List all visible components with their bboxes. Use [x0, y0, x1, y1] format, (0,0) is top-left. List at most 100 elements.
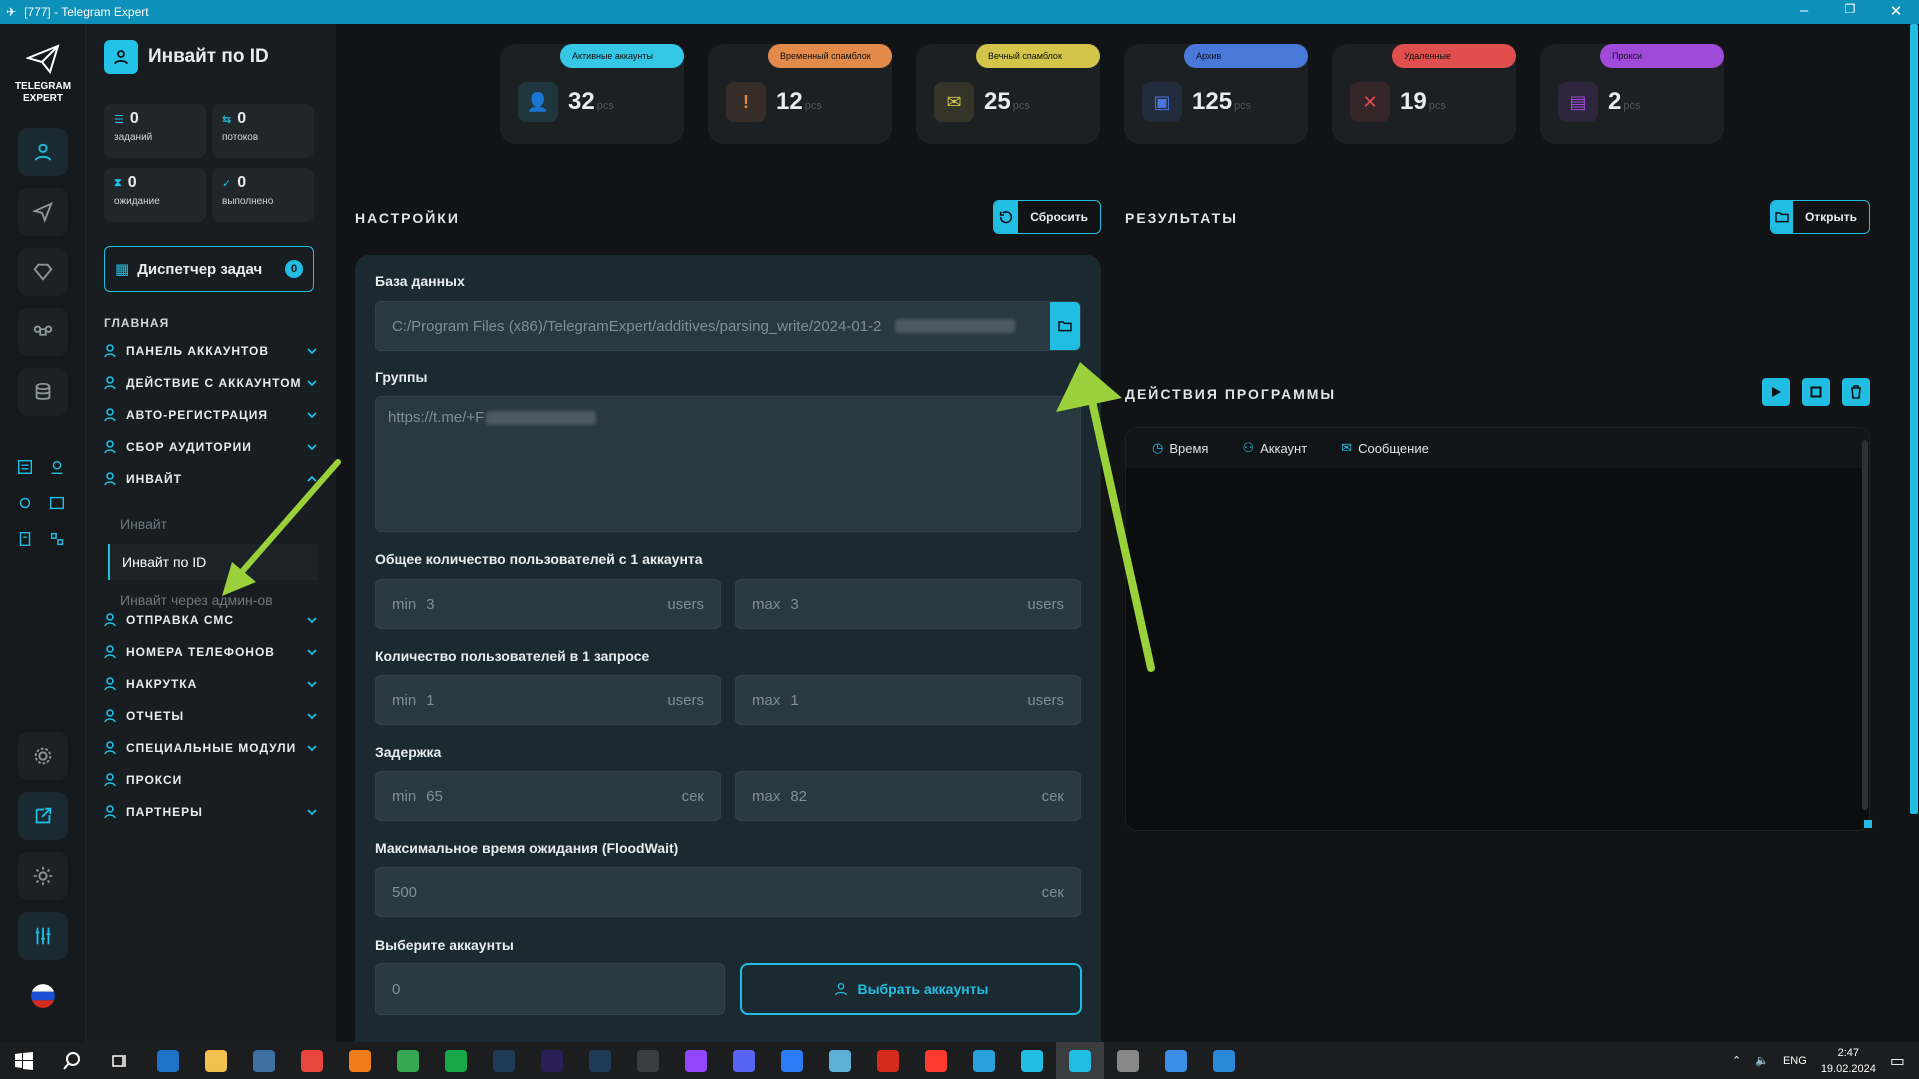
- rail-sliders-button[interactable]: [18, 912, 68, 960]
- db-path-field[interactable]: C:/Program Files (x86)/TelegramExpert/ad…: [375, 301, 1081, 351]
- nav-account-actions[interactable]: ДЕЙСТВИЕ С АККАУНТОМ: [104, 372, 318, 394]
- taskbar-yandex-music-icon[interactable]: [864, 1042, 912, 1079]
- search-button[interactable]: [48, 1042, 96, 1079]
- notifications-icon[interactable]: ▭: [1890, 1051, 1905, 1071]
- document-icon[interactable]: [16, 530, 34, 548]
- volume-icon[interactable]: 🔈: [1755, 1054, 1769, 1067]
- clear-log-button[interactable]: [1842, 378, 1870, 406]
- per-request-max-field[interactable]: max 1 users: [735, 675, 1081, 725]
- rail-send-button[interactable]: [18, 188, 68, 236]
- total-max-field[interactable]: max 3 users: [735, 579, 1081, 629]
- select-accounts-button[interactable]: Выбрать аккаунты: [740, 963, 1082, 1015]
- rail-command-button[interactable]: [18, 308, 68, 356]
- taskbar-telegram-expert-icon[interactable]: [1008, 1042, 1056, 1079]
- grid-icon[interactable]: [48, 530, 66, 548]
- dispatcher-count: 0: [285, 260, 303, 278]
- taskbar-phone-link-icon[interactable]: [432, 1042, 480, 1079]
- minimize-button[interactable]: –: [1794, 2, 1814, 19]
- rail-small-icons-3: [16, 530, 66, 548]
- send-icon: [32, 202, 53, 223]
- reset-button[interactable]: Сбросить: [993, 200, 1101, 234]
- play-button[interactable]: [1762, 378, 1790, 406]
- rail-diamond-button[interactable]: [18, 248, 68, 296]
- subnav-invite[interactable]: Инвайт: [108, 506, 318, 542]
- taskbar-photoshop-icon[interactable]: [480, 1042, 528, 1079]
- taskbar-firefox-icon[interactable]: [336, 1042, 384, 1079]
- clock[interactable]: 2:47 19.02.2024: [1821, 1045, 1876, 1077]
- nav-phone-numbers[interactable]: НОМЕРА ТЕЛЕФОНОВ: [104, 641, 318, 663]
- taskbar-paint-app-icon[interactable]: [1200, 1042, 1248, 1079]
- chevron-up-icon[interactable]: ⌃: [1732, 1054, 1741, 1067]
- taskbar-chrome-icon[interactable]: [384, 1042, 432, 1079]
- taskbar-telegram-expert-active-icon[interactable]: [1056, 1042, 1104, 1079]
- nav-boosting[interactable]: НАКРУТКА: [104, 673, 318, 695]
- settings-icon[interactable]: [16, 494, 34, 512]
- task-view-button[interactable]: [96, 1042, 144, 1079]
- subnav-invite-by-id[interactable]: Инвайт по ID: [108, 544, 318, 580]
- check-icon: ✓: [222, 177, 232, 190]
- col-message[interactable]: ✉ Сообщение: [1341, 440, 1429, 456]
- page-scrollbar[interactable]: [1910, 24, 1918, 814]
- total-min-field[interactable]: min 3 users: [375, 579, 721, 629]
- rail-theme-button[interactable]: [18, 852, 68, 900]
- taskbar-audition-icon[interactable]: [576, 1042, 624, 1079]
- close-button[interactable]: ✕: [1886, 2, 1906, 20]
- accounts-label: Выберите аккаунты: [375, 937, 514, 953]
- taskbar-discord-icon[interactable]: [720, 1042, 768, 1079]
- nav-special-modules[interactable]: СПЕЦИАЛЬНЫЕ МОДУЛИ: [104, 737, 318, 759]
- kpi-temp-spamblock[interactable]: Временный спамблок! 12 pcs: [708, 44, 892, 144]
- accounts-field[interactable]: 0: [375, 963, 725, 1015]
- floodwait-field[interactable]: 500 сек: [375, 867, 1081, 917]
- nav-auto-registration[interactable]: АВТО-РЕГИСТРАЦИЯ: [104, 404, 318, 426]
- delay-max-field[interactable]: max 82 сек: [735, 771, 1081, 821]
- rail-database-button[interactable]: [18, 368, 68, 416]
- language-indicator[interactable]: ENG: [1783, 1055, 1807, 1067]
- nav-partners[interactable]: ПАРТНЕРЫ: [104, 801, 318, 823]
- rail-accounts-button[interactable]: [18, 128, 68, 176]
- taskbar-twitch-icon[interactable]: [672, 1042, 720, 1079]
- open-results-button[interactable]: Открыть: [1770, 200, 1870, 234]
- col-time[interactable]: ◷ Время: [1152, 440, 1208, 456]
- nav-accounts-panel[interactable]: ПАНЕЛЬ АККАУНТОВ: [104, 340, 318, 362]
- kpi-deleted[interactable]: Удаленные ✕ 19 pcs: [1332, 44, 1516, 144]
- rail-external-button[interactable]: [18, 792, 68, 840]
- groups-textarea[interactable]: https://t.me/+F: [375, 396, 1081, 532]
- stop-button[interactable]: [1802, 378, 1830, 406]
- taskbar-premiere-icon[interactable]: [528, 1042, 576, 1079]
- taskbar-calculator-icon[interactable]: [144, 1042, 192, 1079]
- nav-invite[interactable]: ИНВАЙТ: [104, 468, 318, 490]
- list-icon[interactable]: [16, 458, 34, 476]
- map-pin-icon[interactable]: [48, 458, 66, 476]
- kpi-archive[interactable]: Архив ▣ 125 pcs: [1124, 44, 1308, 144]
- taskbar-obs-icon[interactable]: [624, 1042, 672, 1079]
- taskbar-yandex-browser-icon[interactable]: [912, 1042, 960, 1079]
- kpi-icon: ▤: [1558, 82, 1598, 122]
- rail-settings-button[interactable]: [18, 732, 68, 780]
- per-request-min-field[interactable]: min 1 users: [375, 675, 721, 725]
- browse-folder-button[interactable]: [1050, 302, 1080, 350]
- task-dispatcher-button[interactable]: ▦ Диспетчер задач 0: [104, 246, 314, 292]
- taskbar-messenger-icon[interactable]: [768, 1042, 816, 1079]
- language-flag-button[interactable]: [18, 972, 68, 1020]
- kpi-proxies[interactable]: Прокси ▤ 2 pcs: [1540, 44, 1724, 144]
- dashboard-icon[interactable]: [48, 494, 66, 512]
- taskbar-anydesk-icon[interactable]: [288, 1042, 336, 1079]
- taskbar-yandex-disk-icon[interactable]: [816, 1042, 864, 1079]
- taskbar-telegram-icon[interactable]: [960, 1042, 1008, 1079]
- log-scrollbar[interactable]: [1862, 440, 1868, 810]
- maximize-button[interactable]: ❐: [1840, 2, 1860, 16]
- kpi-permanent-spamblock[interactable]: Вечный спамблок ✉ 25 pcs: [916, 44, 1100, 144]
- subnav-invite-via-admins[interactable]: Инвайт через админ-ов: [108, 582, 318, 618]
- nav-reports[interactable]: ОТЧЕТЫ: [104, 705, 318, 727]
- taskbar-cloud-app-icon[interactable]: [1152, 1042, 1200, 1079]
- delay-min-field[interactable]: min 65 сек: [375, 771, 721, 821]
- nav-proxy[interactable]: ПРОКСИ: [104, 769, 318, 791]
- nav-audience-collection[interactable]: СБОР АУДИТОРИИ: [104, 436, 318, 458]
- col-account[interactable]: ⚇ Аккаунт: [1242, 440, 1307, 456]
- taskbar-database-app-icon[interactable]: [1104, 1042, 1152, 1079]
- resize-handle[interactable]: [1864, 820, 1872, 828]
- taskbar-file-explorer-icon[interactable]: [192, 1042, 240, 1079]
- start-button[interactable]: [0, 1042, 48, 1079]
- kpi-active-accounts[interactable]: Активные аккаунты 👤 32 pcs: [500, 44, 684, 144]
- taskbar-image-viewer-icon[interactable]: [240, 1042, 288, 1079]
